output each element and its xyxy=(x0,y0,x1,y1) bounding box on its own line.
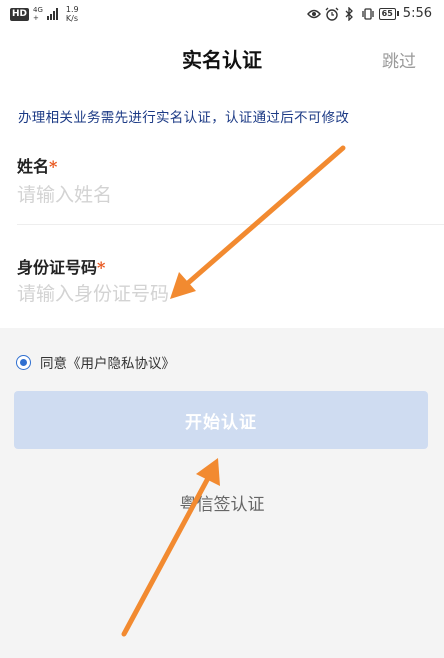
network-speed-value: 1.9 xyxy=(65,5,79,14)
privacy-policy-link[interactable]: 《用户隐私协议》 xyxy=(67,356,175,372)
start-verification-button[interactable]: 开始认证 xyxy=(14,391,428,449)
name-label: 姓名* xyxy=(17,153,57,177)
agree-text: 同意《用户隐私协议》 xyxy=(40,352,175,372)
id-number-input[interactable] xyxy=(17,283,417,305)
network-speed: 1.9 K/s xyxy=(66,5,79,23)
agree-radio[interactable] xyxy=(16,354,31,370)
status-bar: HD 4G + 1.9 K/s 65 5:56 xyxy=(0,0,444,32)
id-label: 身份证号码* xyxy=(17,254,105,278)
alarm-icon xyxy=(325,7,339,21)
battery-icon: 65 xyxy=(378,7,399,20)
agree-prefix: 同意 xyxy=(40,356,67,372)
skip-button[interactable]: 跳过 xyxy=(382,47,416,72)
network-speed-unit: K/s xyxy=(65,14,79,23)
network-type-bottom: + xyxy=(33,14,39,22)
clock: 5:56 xyxy=(402,6,432,21)
status-right: 65 5:56 xyxy=(306,6,432,21)
status-left: HD 4G + 1.9 K/s xyxy=(10,5,79,23)
battery-level: 65 xyxy=(378,7,396,20)
eye-icon xyxy=(306,7,321,21)
required-mark: * xyxy=(49,157,58,176)
yuexinqian-auth-link[interactable]: 粤信签认证 xyxy=(0,490,444,515)
network-type-top: 4G xyxy=(33,6,43,14)
radio-checked-dot xyxy=(20,358,27,366)
name-input[interactable] xyxy=(17,184,417,206)
name-divider xyxy=(17,224,444,225)
privacy-agreement[interactable]: 同意《用户隐私协议》 xyxy=(16,352,175,372)
id-label-text: 身份证号码 xyxy=(17,258,98,277)
network-type: 4G + xyxy=(33,6,43,22)
bluetooth-icon xyxy=(343,6,357,21)
signal-icon xyxy=(46,8,58,20)
hd-badge: HD xyxy=(10,7,30,21)
arrow-to-start-button xyxy=(121,458,220,637)
required-mark: * xyxy=(97,258,106,277)
name-label-text: 姓名 xyxy=(17,157,50,176)
vibrate-icon xyxy=(361,7,375,21)
notice-text: 办理相关业务需先进行实名认证，认证通过后不可修改 xyxy=(18,110,350,126)
page-title: 实名认证 xyxy=(182,48,262,72)
